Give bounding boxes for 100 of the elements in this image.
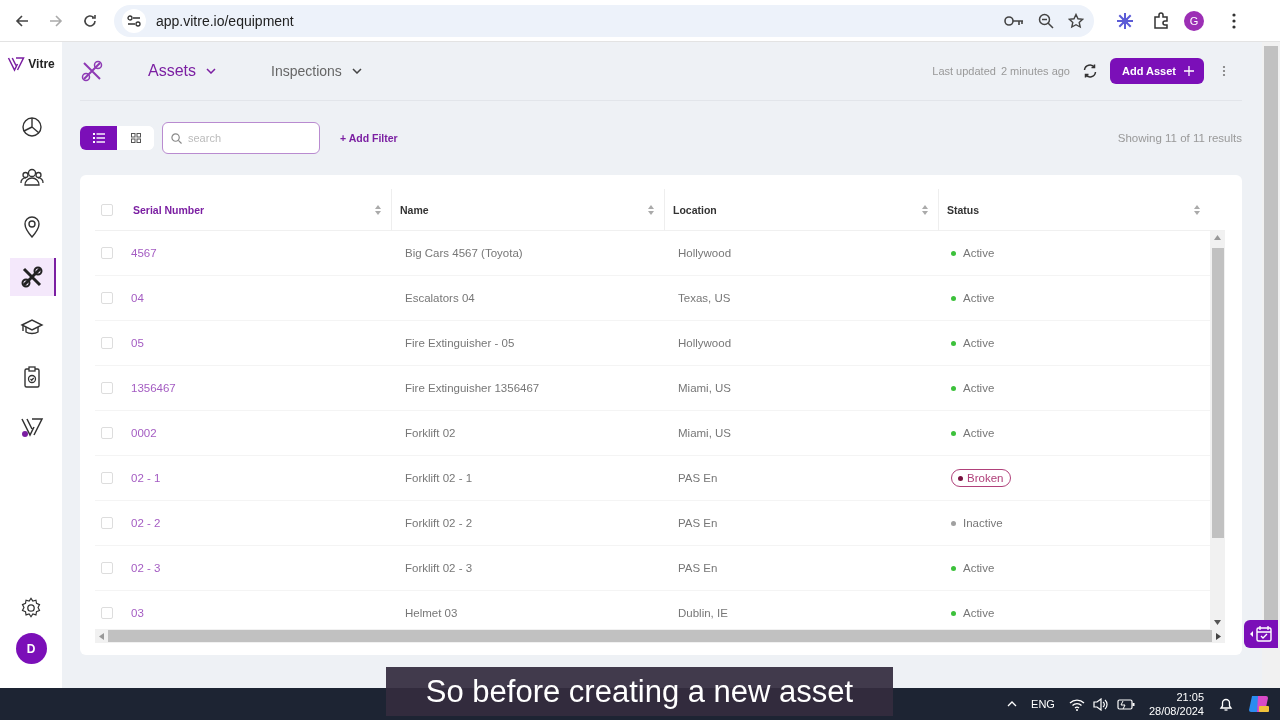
column-header[interactable]: Serial Number [125,189,391,231]
table-cell: Forklift 02 - 2 [405,517,473,529]
serial-link[interactable]: 03 [131,607,144,619]
key-icon[interactable] [1004,13,1024,28]
tools-icon [20,265,44,289]
row-checkbox[interactable] [101,472,113,484]
address-bar[interactable]: app.vitre.io/equipment [114,4,1094,37]
table-cell: Helmet 03 [405,607,458,619]
volume-icon[interactable] [1092,697,1109,711]
row-checkbox[interactable] [101,247,113,259]
status-text: Active [963,247,995,259]
row-checkbox[interactable] [101,562,113,574]
star-icon[interactable] [1068,12,1084,29]
table-cell: Forklift 02 - 1 [405,472,473,484]
add-filter-link[interactable]: + Add Filter [340,132,398,144]
reload-icon[interactable] [82,12,98,29]
nav-tab[interactable]: Inspections [271,62,362,80]
column-header[interactable]: Status [938,189,1210,231]
row-checkbox[interactable] [101,517,113,529]
profile-avatar[interactable]: G [1184,10,1204,31]
table-cell: Hollywood [678,247,732,259]
scroll-down-icon[interactable] [1214,620,1221,625]
refresh-icon[interactable] [1082,63,1098,79]
row-checkbox[interactable] [101,607,113,619]
language-indicator[interactable]: ENG [1031,698,1055,710]
chevron-down-icon [351,68,362,74]
user-avatar[interactable]: D [15,633,47,664]
table-cell: PAS En [678,562,718,574]
last-updated-label: Last updated [932,65,996,77]
table-cell: Hollywood [678,337,732,349]
chevron-up-icon[interactable] [1007,701,1018,707]
tools-icon [80,59,104,83]
grid-icon [130,133,141,143]
scroll-right-icon[interactable] [1216,632,1221,640]
video-caption: So before creating a new asset [425,673,854,710]
serial-link[interactable]: 02 - 3 [131,562,161,574]
table-cell: Forklift 02 [405,427,456,439]
zoom-out-icon[interactable] [1038,12,1054,29]
nav-tab[interactable]: Assets [148,62,216,80]
serial-link[interactable]: 05 [131,337,144,349]
serial-link[interactable]: 1356467 [131,382,176,394]
table-cell: Texas, US [678,292,731,304]
serial-link[interactable]: 0002 [131,427,157,439]
calendar-tab[interactable] [1244,620,1278,648]
calendar-icon [1249,626,1273,642]
search-field[interactable]: search [162,122,320,154]
table-cell: Miami, US [678,382,732,394]
back-icon[interactable] [14,12,30,29]
row-checkbox[interactable] [101,337,113,349]
url-text: app.vitre.io/equipment [156,12,295,29]
status-text: Active [963,337,995,349]
site-settings-icon[interactable] [127,13,141,28]
row-checkbox[interactable] [101,292,113,304]
table-cell: Dublin, IE [678,607,728,619]
table-scrollbar[interactable] [1210,231,1225,629]
list-view-button[interactable] [80,126,117,150]
row-checkbox[interactable] [101,427,113,439]
serial-link[interactable]: 04 [131,292,144,304]
serial-link[interactable]: 02 - 2 [131,517,161,529]
clock-time: 21:05 [1176,690,1204,704]
table-cell: Escalators 04 [405,292,475,304]
logo-text: Vitre [28,57,55,71]
column-header[interactable]: Name [391,189,664,231]
serial-link[interactable]: 02 - 1 [131,472,161,484]
horizontal-scrollbar[interactable] [95,629,1225,643]
status-text: Inactive [963,517,1003,529]
last-updated-time: 2 minutes ago [1000,65,1070,77]
table-cell: PAS En [678,517,718,529]
more-icon[interactable] [1232,12,1236,29]
logo-icon [20,415,44,439]
table-cell: PAS En [678,472,718,484]
wifi-icon[interactable] [1068,697,1085,711]
serial-link[interactable]: 4567 [131,247,157,259]
table-cell: Fire Extinguisher 1356467 [405,382,540,394]
row-checkbox[interactable] [101,382,113,394]
add-asset-button[interactable]: Add Asset [1110,58,1204,84]
plus-icon [1184,66,1194,76]
copilot-icon[interactable] [1248,693,1270,715]
table-cell: Fire Extinguisher - 05 [405,337,515,349]
battery-icon[interactable] [1116,698,1135,710]
settings-icon[interactable] [20,597,42,619]
select-all-checkbox[interactable] [101,203,113,216]
status-text: Active [963,562,995,574]
extension-sparkle-icon[interactable] [1116,11,1134,30]
table-cell: Big Cars 4567 (Toyota) [405,247,523,259]
clock[interactable]: 21:05 28/08/2024 [1148,690,1204,718]
column-header[interactable]: Location [664,189,938,231]
status-text: Active [963,292,995,304]
puzzle-icon[interactable] [1152,11,1170,30]
status-text: Active [963,607,995,619]
sidebar-item[interactable] [10,258,56,296]
search-icon [171,133,182,144]
chart-icon [20,115,44,139]
page-scrollbar[interactable] [1262,42,1280,688]
notification-bell-icon[interactable] [1218,696,1234,712]
status-text: Active [963,382,995,394]
table-cell: Forklift 02 - 3 [405,562,473,574]
clock-date: 28/08/2024 [1148,704,1204,718]
list-icon [92,133,105,143]
table-cell: Miami, US [678,427,732,439]
